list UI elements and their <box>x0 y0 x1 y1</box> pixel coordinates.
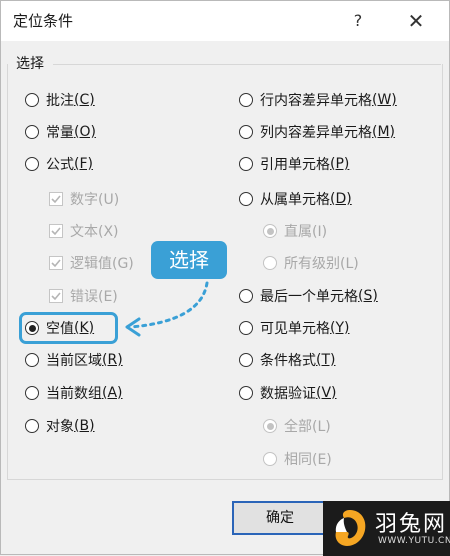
go-to-special-dialog: 定位条件 ? ✕ 选择 批注 (C) 常量 (O) 公式 (F) 数字(U) 文本(X… <box>0 0 450 556</box>
select-callout: 选择 <box>151 241 227 279</box>
watermark: 羽兔网 WWW.YUTU.CN <box>323 501 450 556</box>
yutu-logo-icon <box>335 510 366 546</box>
watermark-name: 羽兔网 <box>375 512 448 537</box>
dotted-arrow-icon <box>125 281 209 337</box>
ok-button[interactable]: 确定 <box>232 501 328 535</box>
watermark-url: WWW.YUTU.CN <box>378 536 450 546</box>
